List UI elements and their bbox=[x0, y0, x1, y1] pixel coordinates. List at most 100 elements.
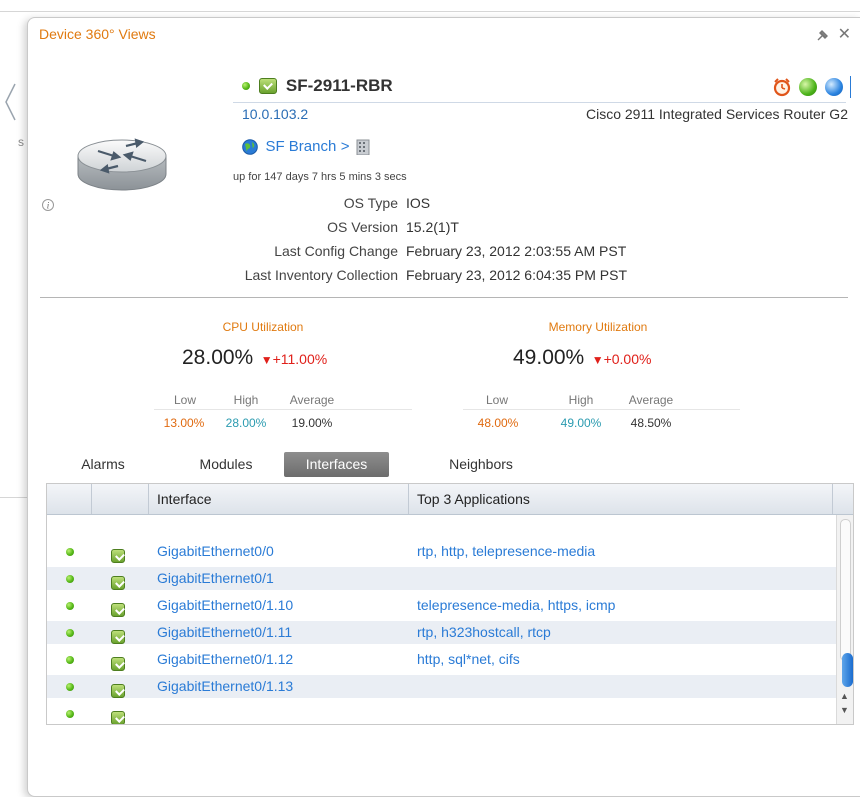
tab-modules[interactable]: Modules bbox=[176, 452, 276, 477]
device-ip-link[interactable]: 10.0.103.2 bbox=[242, 106, 308, 122]
cpu-title: CPU Utilization bbox=[222, 320, 304, 334]
detail-label-os-version: OS Version bbox=[327, 219, 398, 235]
memory-delta: +0.00% bbox=[603, 351, 652, 367]
scroll-up-arrow-icon[interactable]: ▲ bbox=[840, 691, 849, 701]
column-header-interface[interactable]: Interface bbox=[149, 484, 409, 514]
background-chevron-icon bbox=[5, 83, 16, 121]
row-reachable-icon bbox=[111, 706, 125, 724]
column-header-status[interactable] bbox=[47, 484, 92, 514]
table-row-partial[interactable] bbox=[47, 702, 837, 724]
detail-label-inventory: Last Inventory Collection bbox=[244, 267, 398, 283]
table-row[interactable]: GigabitEthernet0/1 bbox=[47, 567, 837, 591]
row-status-icon bbox=[66, 594, 74, 617]
location-arrow[interactable]: > bbox=[341, 138, 350, 155]
row-status-icon bbox=[66, 621, 74, 644]
table-row[interactable]: GigabitEthernet0/1.11 rtp, h323hostcall,… bbox=[47, 621, 837, 645]
location-row: SF Branch > bbox=[242, 136, 370, 158]
row-reachable-icon bbox=[111, 598, 125, 618]
row-status-icon bbox=[66, 648, 74, 671]
table-row[interactable]: GigabitEthernet0/1.10 telepresence-media… bbox=[47, 594, 837, 618]
row-reachable-icon bbox=[111, 679, 125, 699]
row-reachable-icon bbox=[111, 625, 125, 645]
location-link[interactable]: SF Branch bbox=[265, 138, 336, 155]
header-divider bbox=[850, 76, 851, 98]
close-icon[interactable]: ✕ bbox=[838, 26, 851, 43]
cpu-low-value: 13.00% bbox=[163, 416, 205, 430]
device-reachable-icon bbox=[259, 78, 278, 94]
cpu-high-header: High bbox=[233, 393, 259, 407]
cpu-average-header: Average bbox=[289, 393, 335, 407]
alarm-clock-icon[interactable] bbox=[772, 77, 792, 97]
row-reachable-icon bbox=[111, 652, 125, 672]
row-reachable-icon bbox=[111, 544, 125, 564]
applications-link[interactable]: telepresence-media, https, icmp bbox=[417, 594, 615, 617]
detail-label-config-change: Last Config Change bbox=[274, 243, 398, 259]
background-divider-top bbox=[0, 11, 860, 12]
uptime-text: up for 147 days 7 hrs 5 mins 3 secs bbox=[233, 171, 407, 183]
memory-delta-arrow-icon: ▼ bbox=[591, 353, 604, 367]
panel-title: Device 360° Views bbox=[39, 26, 156, 42]
pin-icon[interactable] bbox=[815, 28, 829, 42]
memory-low-header: Low bbox=[485, 393, 508, 407]
applications-link[interactable]: http, sql*net, cifs bbox=[417, 648, 520, 671]
detail-value-config-change: February 23, 2012 2:03:55 AM PST bbox=[406, 243, 627, 259]
row-status-icon bbox=[66, 540, 74, 563]
row-reachable-icon bbox=[111, 571, 125, 591]
tab-neighbors[interactable]: Neighbors bbox=[426, 452, 536, 477]
building-icon bbox=[356, 139, 370, 156]
panel-actions: ✕ bbox=[815, 24, 851, 44]
header-underline bbox=[233, 102, 846, 103]
scroll-down-arrow-icon[interactable]: ▼ bbox=[840, 705, 849, 715]
memory-value: 49.00% bbox=[513, 346, 585, 369]
status-dot-icon bbox=[242, 82, 250, 90]
device-header-icons bbox=[772, 76, 851, 98]
status-blue-icon[interactable] bbox=[824, 78, 843, 96]
detail-label-os-type: OS Type bbox=[343, 195, 398, 211]
globe-icon bbox=[242, 138, 258, 155]
memory-value-row: 49.00% ▼+0.00% bbox=[513, 346, 651, 370]
cpu-value-row: 28.00% ▼+11.00% bbox=[182, 346, 327, 370]
memory-low-value: 48.00% bbox=[477, 416, 519, 430]
memory-average-value: 48.50% bbox=[630, 416, 672, 430]
interfaces-table: Interface Top 3 Applications GigabitEthe… bbox=[46, 483, 854, 725]
table-row[interactable]: GigabitEthernet0/0 rtp, http, telepresen… bbox=[47, 540, 837, 564]
interface-link[interactable]: GigabitEthernet0/1.11 bbox=[157, 621, 292, 644]
memory-average-header: Average bbox=[628, 393, 674, 407]
column-header-reachability[interactable] bbox=[92, 484, 149, 514]
interface-link[interactable]: GigabitEthernet0/1.10 bbox=[157, 594, 293, 617]
table-row[interactable]: GigabitEthernet0/1.13 bbox=[47, 675, 837, 699]
scrollbar-track bbox=[840, 519, 851, 661]
interface-link[interactable]: GigabitEthernet0/1.12 bbox=[157, 648, 293, 671]
tab-interfaces[interactable]: Interfaces bbox=[284, 452, 389, 477]
table-row[interactable]: GigabitEthernet0/1.12 http, sql*net, cif… bbox=[47, 648, 837, 672]
memory-high-value: 49.00% bbox=[560, 416, 602, 430]
detail-value-inventory: February 23, 2012 6:04:35 PM PST bbox=[406, 267, 628, 283]
detail-value-os-version: 15.2(1)T bbox=[406, 219, 459, 235]
cpu-delta: +11.00% bbox=[272, 351, 328, 367]
cpu-value: 28.00% bbox=[182, 346, 254, 369]
info-icon[interactable]: i bbox=[42, 199, 54, 211]
table-header: Interface Top 3 Applications bbox=[47, 484, 853, 515]
device-model: Cisco 2911 Integrated Services Router G2 bbox=[586, 106, 848, 122]
interface-link[interactable]: GigabitEthernet0/1.13 bbox=[157, 675, 293, 698]
memory-stats-divider bbox=[463, 409, 740, 410]
cpu-delta-arrow-icon: ▼ bbox=[260, 353, 273, 367]
column-header-applications[interactable]: Top 3 Applications bbox=[409, 484, 833, 514]
section-separator bbox=[40, 297, 848, 298]
memory-title: Memory Utilization bbox=[548, 320, 648, 334]
interface-link[interactable]: GigabitEthernet0/0 bbox=[157, 540, 274, 563]
detail-value-os-type: IOS bbox=[406, 195, 431, 211]
cpu-low-header: Low bbox=[173, 393, 196, 407]
cpu-average-value: 19.00% bbox=[291, 416, 333, 430]
tab-alarms[interactable]: Alarms bbox=[58, 452, 148, 477]
router-icon bbox=[77, 138, 167, 191]
device-360-panel: Device 360° Views ✕ i SF-2911-RBR 10.0.1… bbox=[27, 17, 860, 797]
interface-link[interactable]: GigabitEthernet0/1 bbox=[157, 567, 274, 590]
status-green-icon[interactable] bbox=[799, 78, 818, 96]
applications-link[interactable]: rtp, http, telepresence-media bbox=[417, 540, 595, 563]
scrollbar-thumb[interactable] bbox=[842, 653, 853, 687]
background-text: s bbox=[18, 135, 24, 149]
table-scrollbar[interactable]: ▲ ▼ bbox=[836, 515, 853, 724]
applications-link[interactable]: rtp, h323hostcall, rtcp bbox=[417, 621, 551, 644]
background-divider bbox=[0, 497, 27, 498]
